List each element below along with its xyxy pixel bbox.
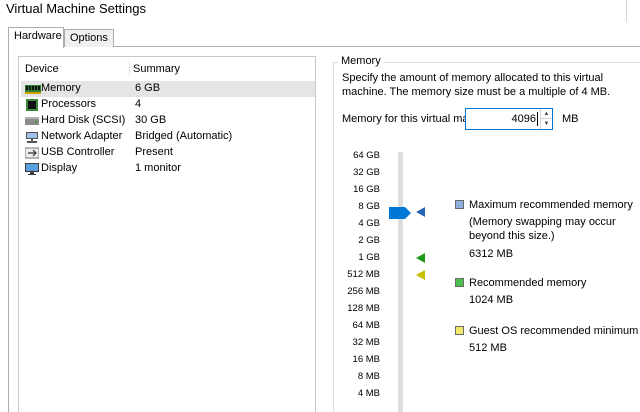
- processor-icon: [25, 99, 39, 111]
- guest-minimum-value: 512 MB: [469, 342, 507, 354]
- device-summary: Bridged (Automatic): [135, 130, 233, 142]
- device-summary: 6 GB: [135, 82, 161, 94]
- scale-tick: 64 GB: [353, 150, 380, 161]
- window-title: Virtual Machine Settings: [6, 1, 146, 16]
- device-name: Processors: [41, 98, 97, 110]
- memory-slider-thumb[interactable]: [389, 207, 411, 219]
- scale-tick: 16 GB: [353, 184, 380, 195]
- scale-tick: 128 MB: [347, 303, 380, 314]
- device-name: Hard Disk (SCSI): [41, 114, 126, 126]
- column-header-device[interactable]: Device: [25, 63, 59, 75]
- max-recommended-label: Maximum recommended memory: [469, 199, 633, 211]
- device-row-memory[interactable]: Memory 6 GB: [21, 81, 315, 97]
- max-recommended-marker: [416, 207, 425, 217]
- scale-tick: 32 GB: [353, 167, 380, 178]
- column-header-summary[interactable]: Summary: [133, 63, 180, 75]
- tab-options[interactable]: Options: [64, 29, 114, 47]
- network-adapter-icon: [25, 131, 39, 143]
- hard-disk-icon: [25, 115, 39, 127]
- recommended-swatch: [455, 278, 464, 287]
- guest-minimum-label: Guest OS recommended minimum: [469, 325, 639, 337]
- device-name: Display: [41, 162, 78, 174]
- max-recommended-note: (Memory swapping may occur beyond this s…: [469, 216, 616, 242]
- memory-unit-label: MB: [562, 113, 579, 125]
- device-list[interactable]: Device Summary Memory 6 GB Processors 4 …: [18, 56, 316, 412]
- device-name: USB Controller: [41, 146, 115, 158]
- scale-tick: 8 MB: [357, 371, 380, 382]
- guest-minimum-swatch: [455, 326, 464, 335]
- device-name: Memory: [41, 82, 81, 94]
- max-recommended-swatch: [455, 200, 464, 209]
- memory-icon: [25, 83, 41, 95]
- scale-tick: 4 GB: [358, 218, 380, 229]
- window-controls[interactable]: [626, 0, 640, 22]
- guest-minimum-marker: [416, 270, 425, 280]
- scale-tick: 64 MB: [352, 320, 380, 331]
- recommended-value: 1024 MB: [469, 294, 514, 306]
- scale-tick: 1 GB: [358, 252, 380, 263]
- memory-value-input[interactable]: 4096: [512, 113, 536, 125]
- device-summary: 1 monitor: [135, 162, 181, 174]
- title-bar: Virtual Machine Settings: [0, 0, 640, 22]
- text-caret: [537, 112, 538, 126]
- memory-group-title: Memory: [338, 55, 384, 67]
- memory-description: Specify the amount of memory allocated t…: [342, 72, 611, 98]
- scale-tick: 2 GB: [358, 235, 380, 246]
- device-row-hard-disk[interactable]: Hard Disk (SCSI) 30 GB: [21, 113, 315, 129]
- device-summary: 30 GB: [135, 114, 167, 126]
- display-icon: [25, 163, 39, 175]
- recommended-marker: [416, 253, 425, 263]
- usb-controller-icon: [24, 147, 40, 159]
- scale-tick: 32 MB: [352, 337, 380, 348]
- spin-down-button[interactable]: ▼: [541, 119, 552, 129]
- device-summary: 4: [135, 98, 142, 110]
- device-name: Network Adapter: [41, 130, 123, 142]
- spin-up-button[interactable]: ▲: [541, 109, 552, 119]
- scale-tick: 16 MB: [352, 354, 380, 365]
- scale-tick: 4 MB: [357, 388, 380, 399]
- spin-buttons: ▲ ▼: [540, 109, 552, 129]
- device-row-processors[interactable]: Processors 4: [21, 97, 315, 113]
- memory-spinbox[interactable]: 4096 ▲ ▼: [465, 108, 553, 130]
- device-summary: Present: [135, 146, 173, 158]
- scale-tick: 512 MB: [347, 269, 380, 280]
- device-list-header: Device Summary: [19, 57, 315, 79]
- scale-tick: 8 GB: [358, 201, 380, 212]
- recommended-label: Recommended memory: [469, 277, 587, 289]
- device-row-network-adapter[interactable]: Network Adapter Bridged (Automatic): [21, 129, 315, 145]
- max-recommended-value: 6312 MB: [469, 248, 514, 260]
- memory-slider-track[interactable]: [398, 152, 403, 412]
- tab-hardware[interactable]: Hardware: [8, 27, 64, 48]
- device-row-usb-controller[interactable]: USB Controller Present: [21, 145, 315, 161]
- device-row-display[interactable]: Display 1 monitor: [21, 161, 315, 177]
- scale-tick: 256 MB: [347, 286, 380, 297]
